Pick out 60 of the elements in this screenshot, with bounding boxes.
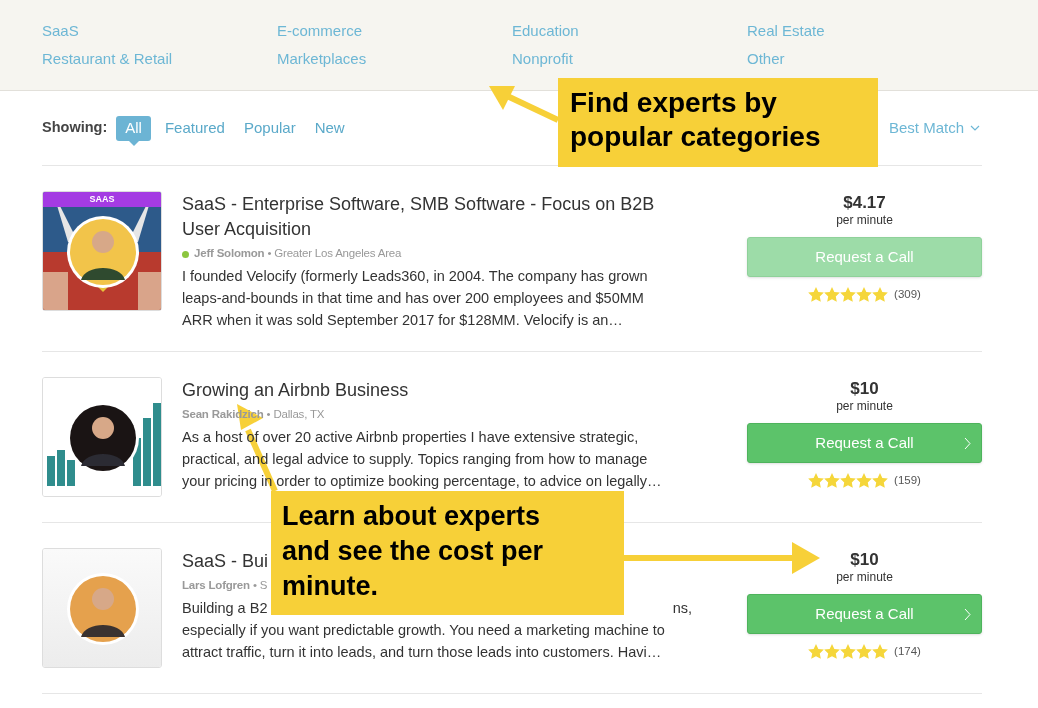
star-icon [808, 644, 825, 660]
category-link[interactable]: Restaurant & Retail [42, 50, 173, 67]
filter-tab[interactable]: Popular [234, 115, 305, 141]
request-call-button[interactable]: Request a Call [747, 423, 982, 463]
star-icon [872, 287, 889, 303]
star-icon [856, 287, 873, 303]
expert-location: • Dallas, TX [266, 407, 325, 423]
sort-dropdown[interactable]: Best Match [888, 116, 980, 140]
description-text: ns, [672, 599, 692, 618]
star-icon [840, 287, 857, 303]
category-badge: SAAS [43, 192, 161, 207]
filter-tab[interactable]: Featured [155, 115, 234, 141]
star-icon [872, 644, 889, 660]
star-icon [840, 644, 857, 660]
star-icon [856, 473, 873, 489]
description-text: leaps-and-bounds in that time and has over 200 employees and $50MM [182, 289, 644, 308]
review-count: (174) [894, 644, 921, 659]
filter-tab[interactable]: New [305, 115, 354, 141]
description-text: Building a B2 [182, 599, 268, 618]
expert-location: • Greater Los Angeles Area [267, 246, 402, 262]
tab-pointer [128, 140, 139, 146]
chevron-right-icon [964, 437, 971, 450]
review-count: (159) [894, 473, 921, 488]
category-link[interactable]: Real Estate [747, 22, 825, 39]
category-link[interactable]: SaaS [42, 22, 79, 39]
star-icon [808, 287, 825, 303]
showing-label: Showing: [42, 118, 108, 138]
request-call-button[interactable]: Request a Call [747, 594, 982, 634]
price: $10 [850, 379, 879, 399]
star-icon [856, 644, 873, 660]
category-link[interactable]: E-commerce [277, 22, 362, 39]
category-link[interactable]: Nonprofit [512, 50, 573, 67]
expert-location: • S [252, 578, 268, 594]
category-link[interactable]: Marketplaces [277, 50, 367, 67]
star-icon [872, 473, 889, 489]
price-unit: per minute [836, 399, 893, 413]
price: $4.17 [843, 193, 886, 213]
category-link[interactable]: Education [512, 22, 579, 39]
description-text: I founded Velocify (formerly Leads360, in 2004. The company has grown [182, 267, 648, 286]
arrow [489, 86, 560, 123]
star-icon [824, 473, 841, 489]
description-text: ARR when it was sold September 2017 for $128MM. Velocify is an… [182, 311, 623, 330]
chevron-right-icon [964, 608, 971, 621]
star-icon [840, 473, 857, 489]
description-text: especially if you want predictable growth. You need a marketing machine to [182, 621, 665, 640]
expert-title[interactable]: SaaS - Bui [182, 549, 269, 574]
star-icon [824, 644, 841, 660]
chevron-down-icon [970, 125, 980, 131]
callout-box: Find experts by popular categories [558, 78, 878, 167]
price: $10 [850, 550, 879, 570]
star-icon [808, 473, 825, 489]
expert-name[interactable]: Lars Lofgren [182, 577, 250, 595]
description-text: attract traffic, turn it into leads, and turn those leads into customers. Havi… [182, 643, 662, 662]
callout-box: Learn about experts and see the cost per minute. [271, 491, 624, 615]
expert-title[interactable]: Growing an Airbnb Business [182, 378, 409, 403]
price-unit: per minute [836, 213, 893, 227]
category-link[interactable]: Other [747, 50, 785, 67]
price-unit: per minute [836, 570, 893, 584]
review-count: (309) [894, 287, 921, 302]
star-icon [824, 287, 841, 303]
